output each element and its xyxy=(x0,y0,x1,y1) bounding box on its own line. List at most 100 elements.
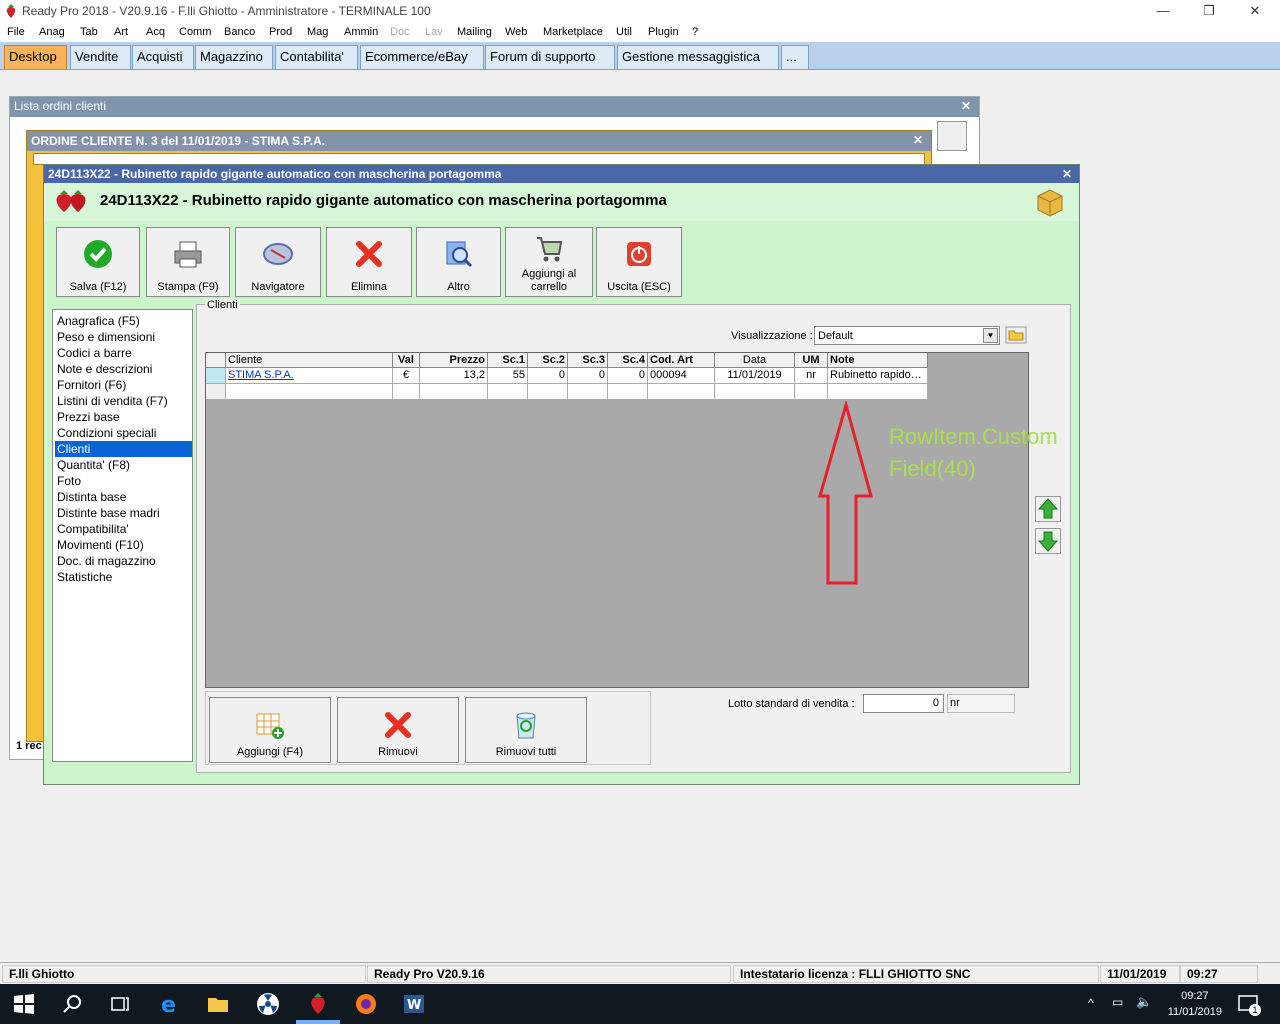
section-item[interactable]: Anagrafica (F5) xyxy=(55,313,192,329)
section-item[interactable]: Distinte base madri xyxy=(55,505,192,521)
new-row-cell[interactable] xyxy=(608,384,648,400)
firefox-icon[interactable] xyxy=(354,992,378,1016)
visualizzazione-select[interactable]: Default ▼ xyxy=(814,326,1000,345)
menu-anag[interactable]: Anag xyxy=(39,26,65,38)
other-button[interactable]: Altro xyxy=(416,227,501,297)
section-item[interactable]: Foto xyxy=(55,473,192,489)
section-item[interactable]: Note e descrizioni xyxy=(55,361,192,377)
new-row-cell[interactable] xyxy=(568,384,608,400)
folder-icon[interactable] xyxy=(1005,326,1027,344)
new-row-cell[interactable] xyxy=(226,384,393,400)
windows-start-icon[interactable] xyxy=(12,992,36,1016)
menu-tab[interactable]: Tab xyxy=(80,26,98,38)
menu-marketplace[interactable]: Marketplace xyxy=(543,26,603,38)
cell-cliente[interactable]: STIMA S.P.A. xyxy=(226,368,393,384)
cell-sc3[interactable]: 0 xyxy=(568,368,608,384)
menu-comm[interactable]: Comm xyxy=(179,26,211,38)
cell-um[interactable]: nr xyxy=(795,368,828,384)
remove-all-button[interactable]: Rimuovi tutti xyxy=(465,697,587,763)
menu-file[interactable]: File xyxy=(7,26,25,38)
col-header-cod-art[interactable]: Cod. Art xyxy=(648,353,715,368)
tab-more[interactable]: ... xyxy=(781,45,809,69)
menu-plugin[interactable]: Plugin xyxy=(648,26,679,38)
col-header-sc4[interactable]: Sc.4 xyxy=(608,353,648,368)
lotto-input[interactable]: 0 xyxy=(863,694,944,713)
word-icon[interactable]: W xyxy=(402,992,426,1016)
section-item[interactable]: Distinta base xyxy=(55,489,192,505)
menu-web[interactable]: Web xyxy=(505,26,527,38)
menu-mailing[interactable]: Mailing xyxy=(457,26,492,38)
section-item[interactable]: Prezzi base xyxy=(55,409,192,425)
network-icon[interactable]: ▭ xyxy=(1112,995,1123,1009)
section-item-clienti[interactable]: Clienti xyxy=(55,441,192,457)
col-header-cliente[interactable]: Cliente xyxy=(226,353,393,368)
cell-sc4[interactable]: 0 xyxy=(608,368,648,384)
close-icon[interactable]: ✕ xyxy=(1062,167,1072,181)
tab-vendite[interactable]: Vendite xyxy=(70,45,131,69)
section-item[interactable]: Fornitori (F6) xyxy=(55,377,192,393)
cell-data[interactable]: 11/01/2019 xyxy=(715,368,795,384)
cell-val[interactable]: € xyxy=(393,368,420,384)
menu-banco[interactable]: Banco xyxy=(224,26,255,38)
menu-mag[interactable]: Mag xyxy=(307,26,328,38)
chevron-up-icon[interactable]: ^ xyxy=(1088,996,1094,1010)
col-header-sc3[interactable]: Sc.3 xyxy=(568,353,608,368)
section-item[interactable]: Condizioni speciali xyxy=(55,425,192,441)
new-row-cell[interactable] xyxy=(420,384,488,400)
row-selector[interactable] xyxy=(206,368,226,384)
menu-help[interactable]: ? xyxy=(692,26,698,38)
tab-desktop[interactable]: Desktop xyxy=(4,45,67,69)
radiation-app-icon[interactable] xyxy=(256,992,280,1016)
navigator-button[interactable]: Navigatore xyxy=(235,227,321,297)
close-button[interactable]: ✕ xyxy=(1232,0,1278,22)
menu-util[interactable]: Util xyxy=(616,26,632,38)
chevron-down-icon[interactable]: ▼ xyxy=(983,328,998,343)
section-item[interactable]: Quantita' (F8) xyxy=(55,457,192,473)
tab-acquisti[interactable]: Acquisti xyxy=(132,45,194,69)
add-button[interactable]: Aggiungi (F4) xyxy=(209,697,331,763)
save-button[interactable]: Salva (F12) xyxy=(56,227,140,297)
volume-icon[interactable]: 🔈 xyxy=(1136,994,1152,1010)
section-item[interactable]: Compatibilita' xyxy=(55,521,192,537)
new-row-cell[interactable] xyxy=(528,384,568,400)
new-row-cell[interactable] xyxy=(828,384,928,400)
tab-magazzino[interactable]: Magazzino xyxy=(195,45,273,69)
task-view-icon[interactable] xyxy=(108,992,132,1016)
menu-art[interactable]: Art xyxy=(114,26,128,38)
cell-note[interactable]: Rubinetto rapido… xyxy=(828,368,928,384)
customers-icon[interactable] xyxy=(937,121,967,151)
new-row-cell[interactable] xyxy=(795,384,828,400)
edge-icon[interactable]: e xyxy=(158,992,182,1016)
section-item[interactable]: Movimenti (F10) xyxy=(55,537,192,553)
cell-sc2[interactable]: 0 xyxy=(528,368,568,384)
add-to-cart-button[interactable]: Aggiungi al carrello xyxy=(505,227,593,297)
col-header-note[interactable]: Note xyxy=(828,353,928,368)
section-item[interactable]: Doc. di magazzino xyxy=(55,553,192,569)
search-icon[interactable] xyxy=(60,992,84,1016)
close-icon[interactable]: ✕ xyxy=(961,99,971,113)
cell-sc1[interactable]: 55 xyxy=(488,368,528,384)
close-icon[interactable]: ✕ xyxy=(913,133,923,147)
col-header-sc2[interactable]: Sc.2 xyxy=(528,353,568,368)
tab-ecommerce[interactable]: Ecommerce/eBay xyxy=(360,45,484,69)
arrow-up-icon[interactable] xyxy=(1035,496,1061,522)
tab-contabilita[interactable]: Contabilita' xyxy=(275,45,358,69)
file-explorer-icon[interactable] xyxy=(206,992,230,1016)
new-row-cell[interactable] xyxy=(715,384,795,400)
menu-acq[interactable]: Acq xyxy=(146,26,165,38)
tab-messaggistica[interactable]: Gestione messaggistica xyxy=(617,45,779,69)
col-header-sc1[interactable]: Sc.1 xyxy=(488,353,528,368)
arrow-down-icon[interactable] xyxy=(1035,528,1061,554)
new-row-cell[interactable] xyxy=(648,384,715,400)
new-row-cell[interactable] xyxy=(488,384,528,400)
section-item[interactable]: Statistiche xyxy=(55,569,192,585)
taskbar-clock[interactable]: 09:27 11/01/2019 xyxy=(1168,988,1222,1020)
cell-cod-art[interactable]: 000094 xyxy=(648,368,715,384)
new-row-cell[interactable] xyxy=(393,384,420,400)
row-selector[interactable] xyxy=(206,384,226,400)
section-item[interactable]: Listini di vendita (F7) xyxy=(55,393,192,409)
col-header-um[interactable]: UM xyxy=(795,353,828,368)
minimize-button[interactable]: — xyxy=(1140,0,1186,22)
print-button[interactable]: Stampa (F9) xyxy=(146,227,230,297)
col-header-val[interactable]: Val xyxy=(393,353,420,368)
